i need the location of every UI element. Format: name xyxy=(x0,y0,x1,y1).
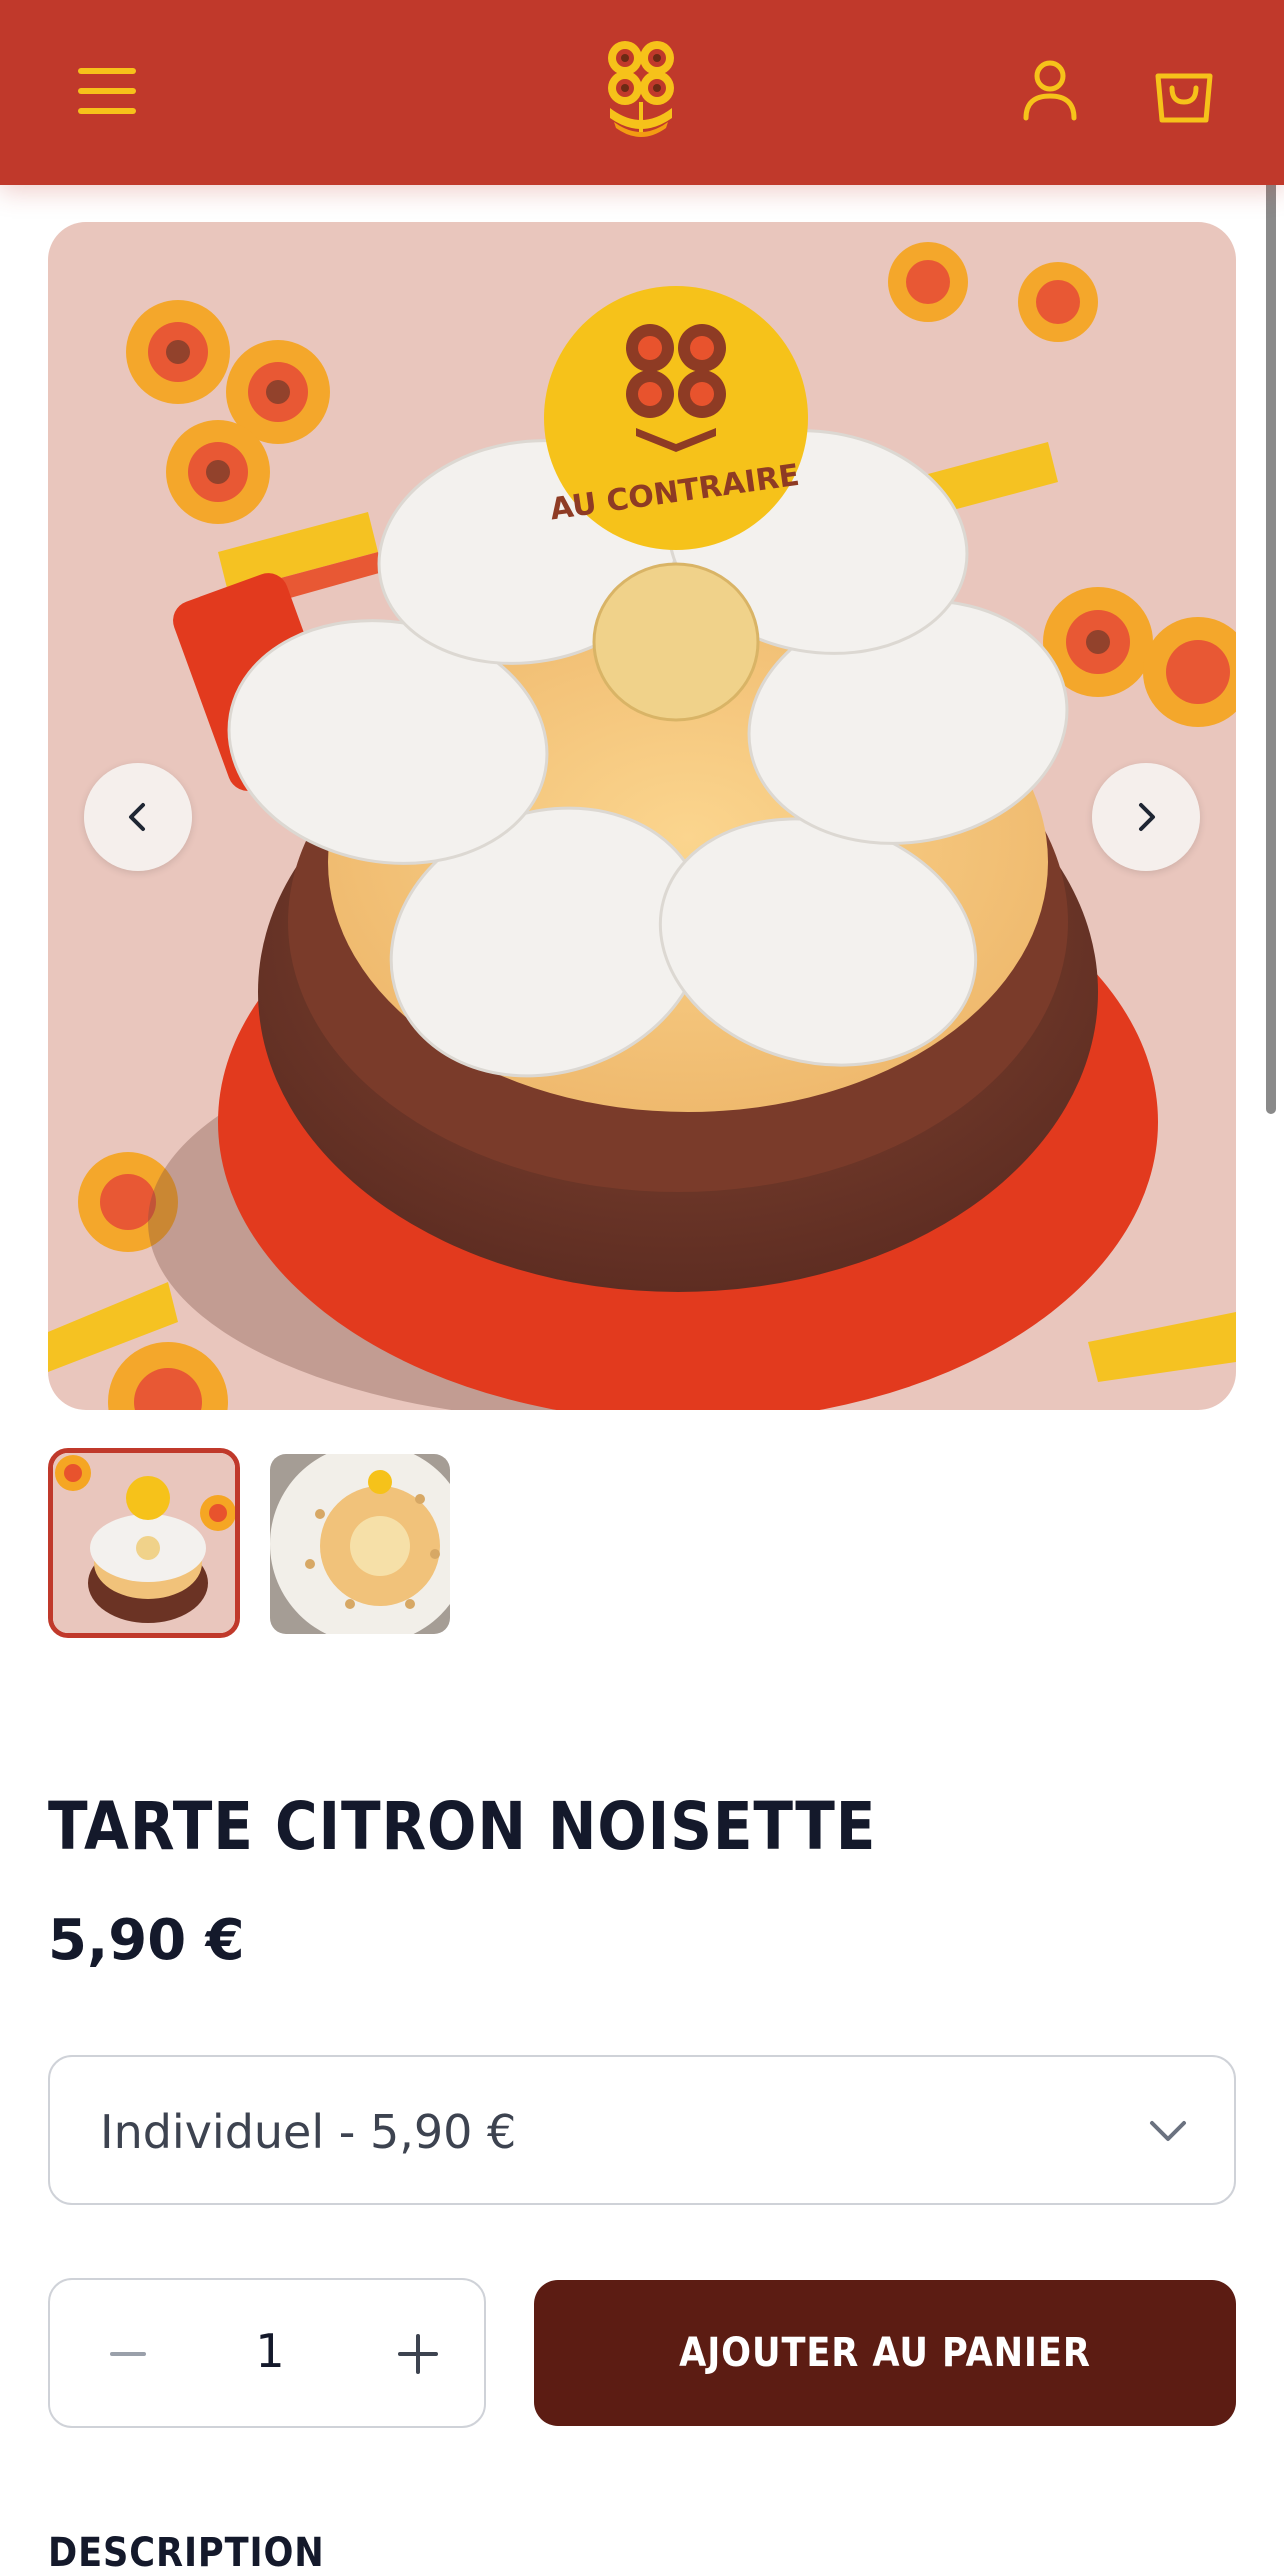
variant-select[interactable]: Individuel - 5,90 € xyxy=(48,2055,1236,2205)
chevron-left-icon xyxy=(129,803,145,831)
gallery-prev-button[interactable] xyxy=(84,763,192,871)
chevron-down-icon xyxy=(1150,2121,1186,2141)
shopping-bag-icon[interactable] xyxy=(1150,58,1218,126)
hamburger-menu-icon[interactable] xyxy=(78,66,136,116)
gallery-next-button[interactable] xyxy=(1092,763,1200,871)
product-main-image: AU CONTRAIRE xyxy=(48,222,1236,1410)
chevron-right-icon xyxy=(1139,803,1155,831)
variant-select-value: Individuel - 5,90 € xyxy=(100,2105,517,2159)
gallery-thumbnail-1[interactable] xyxy=(48,1448,240,1638)
page-scrollbar[interactable] xyxy=(1266,64,1276,1114)
minus-icon[interactable] xyxy=(100,2326,156,2382)
quantity-stepper: 1 xyxy=(48,2278,486,2428)
gallery-thumbnail-2[interactable] xyxy=(270,1454,450,1634)
site-header xyxy=(0,0,1284,185)
quantity-value[interactable]: 1 xyxy=(230,2324,310,2378)
plus-icon[interactable] xyxy=(390,2326,446,2382)
product-title: TARTE CITRON NOISETTE xyxy=(48,1788,877,1865)
add-to-cart-button[interactable]: AJOUTER AU PANIER xyxy=(534,2280,1236,2426)
user-icon[interactable] xyxy=(1020,58,1080,122)
flower-logo-icon[interactable] xyxy=(600,36,682,146)
description-heading: DESCRIPTION xyxy=(48,2530,325,2570)
add-to-cart-label: AJOUTER AU PANIER xyxy=(679,2330,1091,2376)
product-price: 5,90 € xyxy=(48,1908,245,1973)
